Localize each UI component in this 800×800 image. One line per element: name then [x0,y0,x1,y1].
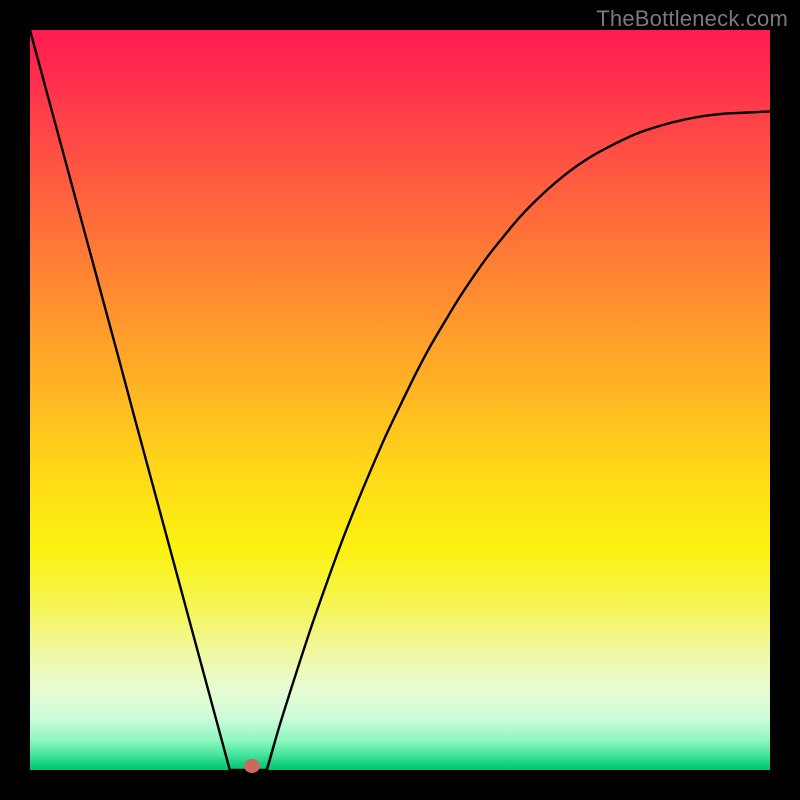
chart-stage: TheBottleneck.com [0,0,800,800]
curve-left-branch [30,30,230,770]
plot-area [30,30,770,770]
attribution-text: TheBottleneck.com [596,6,788,32]
curve-right-branch [267,111,770,770]
curve-svg [30,30,770,770]
minimum-marker [244,759,260,773]
